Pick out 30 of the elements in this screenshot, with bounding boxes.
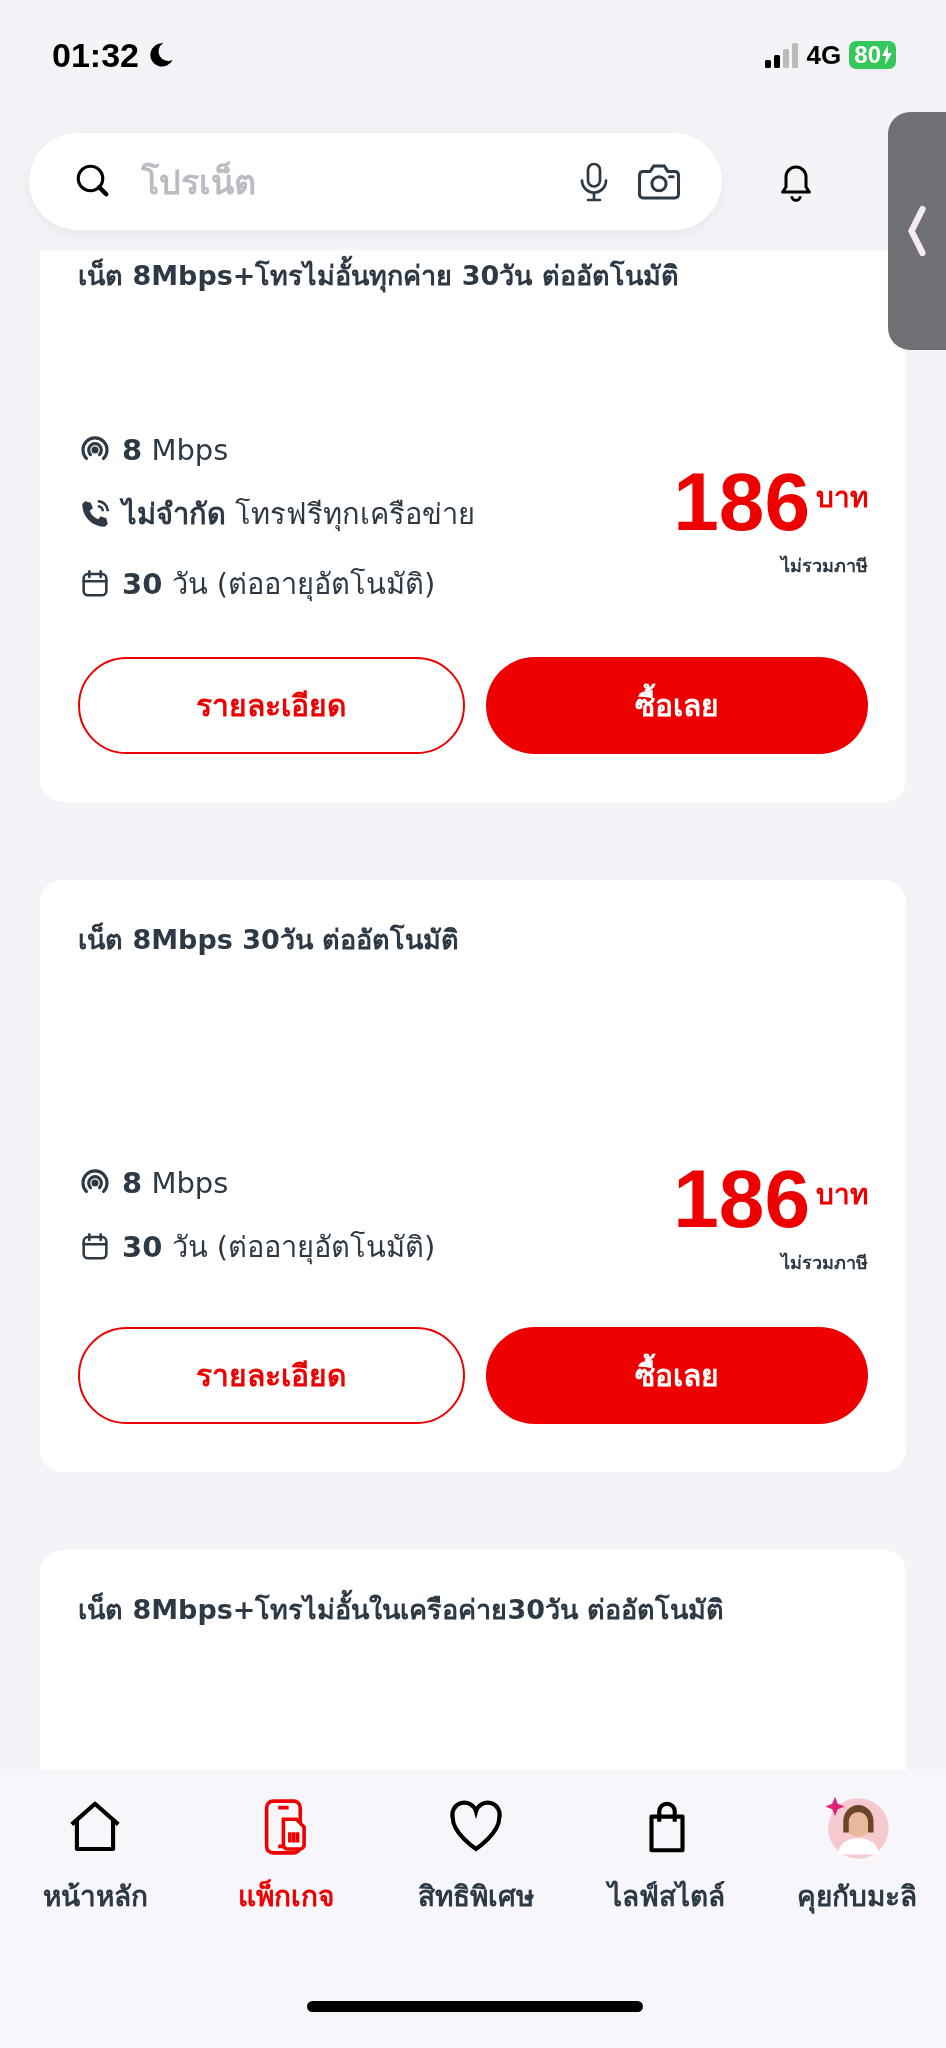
status-time: 01:32 <box>52 35 139 75</box>
nav-tab[interactable]: สิทธิพิเศษ <box>401 1792 551 1918</box>
buy-button[interactable]: ซื้อเลย <box>485 1327 868 1424</box>
nav-tab[interactable]: ไลฟ์สไตล์ <box>591 1792 742 1918</box>
tax-note: ไม่รวมภาษี <box>781 553 868 578</box>
chevron-left-icon <box>906 205 928 257</box>
price-amount: 186 <box>673 460 810 543</box>
network-type: 4G <box>806 39 842 71</box>
price-amount: 186 <box>673 1158 810 1240</box>
tax-note: ไม่รวมภาษี <box>781 1251 868 1275</box>
package-feature: 30 วัน (ต่ออายุอัตโนมัติ) <box>122 1228 436 1267</box>
currency-label: บาท <box>816 1177 868 1213</box>
nav-tab[interactable]: คุยกับมะลิ <box>782 1792 932 1918</box>
search-field[interactable]: โปรเน็ต <box>29 133 722 230</box>
search-input[interactable]: โปรเน็ต <box>139 160 552 203</box>
details-button[interactable]: รายละเอียด <box>78 1327 465 1424</box>
package-title: เน็ต 8Mbps+โทรไม่อั้นทุกค่าย 30วัน ต่ออัตโนมัติ <box>78 256 868 297</box>
buy-button[interactable]: ซื้อเลย <box>485 657 868 754</box>
battery-indicator: 80 <box>849 41 896 69</box>
details-button[interactable]: รายละเอียด <box>78 657 465 754</box>
package-title: เน็ต 8Mbps 30วัน ต่ออัตโนมัติ <box>78 921 461 957</box>
currency-label: บาท <box>816 479 868 516</box>
package-feature: 8 Mbps <box>122 433 229 467</box>
side-panel-handle[interactable] <box>888 112 946 350</box>
package-title: เน็ต 8Mbps+โทรไม่อั้นในเครือค่าย30วัน ต่ออัตโนมัติ <box>78 1590 868 1631</box>
package-feature: 30 วัน (ต่ออายุอัตโนมัติ) <box>122 566 436 604</box>
package-feature: 8 Mbps <box>122 1165 229 1200</box>
cellular-signal-icon <box>764 42 799 68</box>
nav-tab[interactable]: หน้าหลัก <box>20 1792 170 1918</box>
nav-tab[interactable]: แพ็กเกจ <box>210 1792 361 1918</box>
